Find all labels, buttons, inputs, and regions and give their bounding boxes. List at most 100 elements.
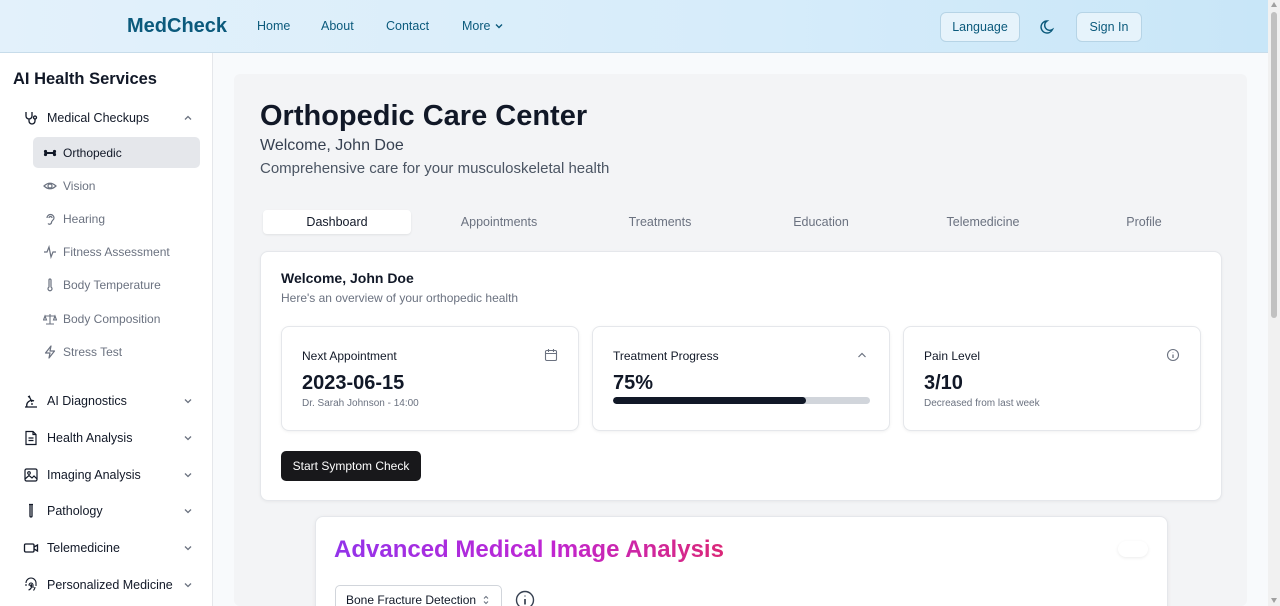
nav-more-label: More — [462, 19, 491, 33]
start-symptom-check-button[interactable]: Start Symptom Check — [281, 451, 421, 481]
sidebar-group-pathology[interactable]: Pathology — [23, 500, 193, 522]
page-subtitle: Comprehensive care for your musculoskele… — [260, 160, 610, 177]
moon-icon[interactable] — [1039, 18, 1057, 36]
sidebar-group-label: Medical Checkups — [47, 111, 150, 125]
pain-level-label: Pain Level — [924, 349, 981, 363]
next-appointment-value: 2023-06-15 — [302, 372, 405, 394]
chevron-down-icon — [184, 583, 192, 588]
pain-level-card: Pain Level 3/10 Decreased from last week — [903, 326, 1201, 431]
treatment-progress-value: 75% — [613, 372, 654, 394]
treatment-progress-card: Treatment Progress 75% — [592, 326, 890, 431]
analysis-type-value: Bone Fracture Detection — [346, 593, 477, 606]
sidebar-item-fitness-assessment[interactable]: Fitness Assessment — [33, 236, 200, 267]
sidebar: AI Health Services Medical Checkups Orth… — [0, 53, 213, 606]
top-navbar: MedCheck Home About Contact More Languag… — [0, 0, 1268, 53]
chevrons-up-down-icon — [483, 595, 489, 605]
sidebar-item-label: Stress Test — [63, 344, 123, 359]
sidebar-title: AI Health Services — [13, 70, 157, 88]
stethoscope-icon — [23, 110, 39, 126]
treatment-progress-fill — [613, 397, 806, 404]
nav-home-link[interactable]: Home — [257, 19, 290, 33]
tab-education[interactable]: Education — [747, 210, 895, 234]
thermometer-icon — [43, 277, 57, 292]
sidebar-item-vision[interactable]: Vision — [33, 170, 200, 201]
sidebar-group-label: Health Analysis — [47, 431, 133, 445]
tab-dashboard[interactable]: Dashboard — [263, 210, 411, 234]
analysis-type-select[interactable]: Bone Fracture Detection — [335, 585, 502, 606]
zap-icon — [43, 344, 57, 359]
brand-logo[interactable]: MedCheck — [127, 15, 227, 38]
activity-icon — [43, 244, 57, 259]
next-appointment-note: Dr. Sarah Johnson - 14:00 — [302, 398, 419, 409]
tab-profile[interactable]: Profile — [1070, 210, 1218, 234]
sidebar-item-label: Hearing — [63, 211, 106, 226]
fingerprint-icon — [23, 577, 39, 593]
sidebar-group-label: Personalized Medicine — [47, 578, 173, 592]
sidebar-item-orthopedic[interactable]: Orthopedic — [33, 137, 200, 168]
sidebar-item-body-composition[interactable]: Body Composition — [33, 303, 200, 334]
sidebar-item-label: Fitness Assessment — [63, 244, 170, 259]
chevron-down-icon — [495, 24, 503, 29]
chevron-down-icon — [184, 399, 192, 404]
nav-more-dropdown[interactable]: More — [462, 19, 504, 33]
chevron-down-icon — [184, 509, 192, 514]
test-tube-icon — [23, 503, 39, 519]
video-icon — [23, 540, 39, 556]
sign-in-button[interactable]: Sign In — [1076, 12, 1142, 42]
image-icon — [23, 467, 39, 483]
sidebar-group-telemedicine[interactable]: Telemedicine — [23, 537, 193, 559]
sidebar-group-imaging-analysis[interactable]: Imaging Analysis — [23, 464, 193, 486]
overview-title: Welcome, John Doe — [281, 270, 414, 286]
info-icon[interactable] — [515, 590, 535, 606]
microscope-icon — [23, 393, 39, 409]
scale-icon — [43, 312, 57, 326]
sidebar-group-label: AI Diagnostics — [47, 394, 127, 408]
chevron-down-icon — [184, 436, 192, 441]
sidebar-item-stress-test[interactable]: Stress Test — [33, 336, 200, 367]
chevron-down-icon — [184, 473, 192, 478]
tab-appointments[interactable]: Appointments — [425, 210, 573, 234]
language-button[interactable]: Language — [940, 12, 1020, 42]
welcome-text: Welcome, John Doe — [260, 137, 404, 154]
sidebar-group-label: Pathology — [47, 504, 103, 518]
sidebar-group-health-analysis[interactable]: Health Analysis — [23, 427, 193, 449]
next-appointment-label: Next Appointment — [302, 349, 397, 363]
scroll-up-arrow-icon[interactable] — [1271, 2, 1277, 7]
nav-about-link[interactable]: About — [321, 19, 354, 33]
info-icon — [1166, 348, 1180, 362]
sidebar-item-hearing[interactable]: Hearing — [33, 203, 200, 234]
nav-contact-link[interactable]: Contact — [386, 19, 429, 33]
ear-icon — [43, 212, 57, 226]
scrollbar-thumb[interactable] — [1271, 12, 1277, 318]
eye-icon — [43, 179, 57, 193]
tab-treatments[interactable]: Treatments — [586, 210, 734, 234]
file-text-icon — [23, 430, 39, 446]
overview-description: Here's an overview of your orthopedic he… — [281, 291, 519, 305]
chevron-up-icon — [858, 352, 866, 358]
next-appointment-card: Next Appointment 2023-06-15 Dr. Sarah Jo… — [281, 326, 579, 431]
treatment-progress-label: Treatment Progress — [613, 349, 719, 363]
page-title: Orthopedic Care Center — [260, 100, 588, 132]
sidebar-item-label: Vision — [63, 178, 96, 193]
calendar-icon — [544, 349, 558, 362]
sidebar-item-body-temperature[interactable]: Body Temperature — [33, 269, 200, 300]
treatment-progress-bar — [613, 397, 870, 404]
bone-icon — [43, 146, 57, 160]
sidebar-group-label: Telemedicine — [47, 541, 120, 555]
sidebar-item-label: Body Composition — [63, 311, 161, 326]
tab-bar: Dashboard Appointments Treatments Educat… — [260, 206, 1222, 238]
image-analysis-title: Advanced Medical Image Analysis — [334, 536, 724, 563]
sidebar-item-label: Body Temperature — [63, 277, 161, 292]
scroll-down-arrow-icon[interactable] — [1271, 598, 1277, 603]
sidebar-group-ai-diagnostics[interactable]: AI Diagnostics — [23, 390, 193, 412]
sidebar-group-label: Imaging Analysis — [47, 468, 141, 482]
pain-level-value: 3/10 — [924, 372, 963, 394]
chevron-down-icon — [184, 546, 192, 551]
tab-telemedicine[interactable]: Telemedicine — [909, 210, 1057, 234]
sidebar-group-medical-checkups[interactable]: Medical Checkups — [23, 107, 193, 129]
theme-toggle[interactable] — [1118, 541, 1148, 557]
sidebar-group-personalized-medicine[interactable]: Personalized Medicine — [23, 574, 193, 596]
pain-level-note: Decreased from last week — [924, 398, 1040, 409]
chevron-up-icon — [184, 115, 192, 120]
sidebar-item-label: Orthopedic — [63, 145, 122, 160]
